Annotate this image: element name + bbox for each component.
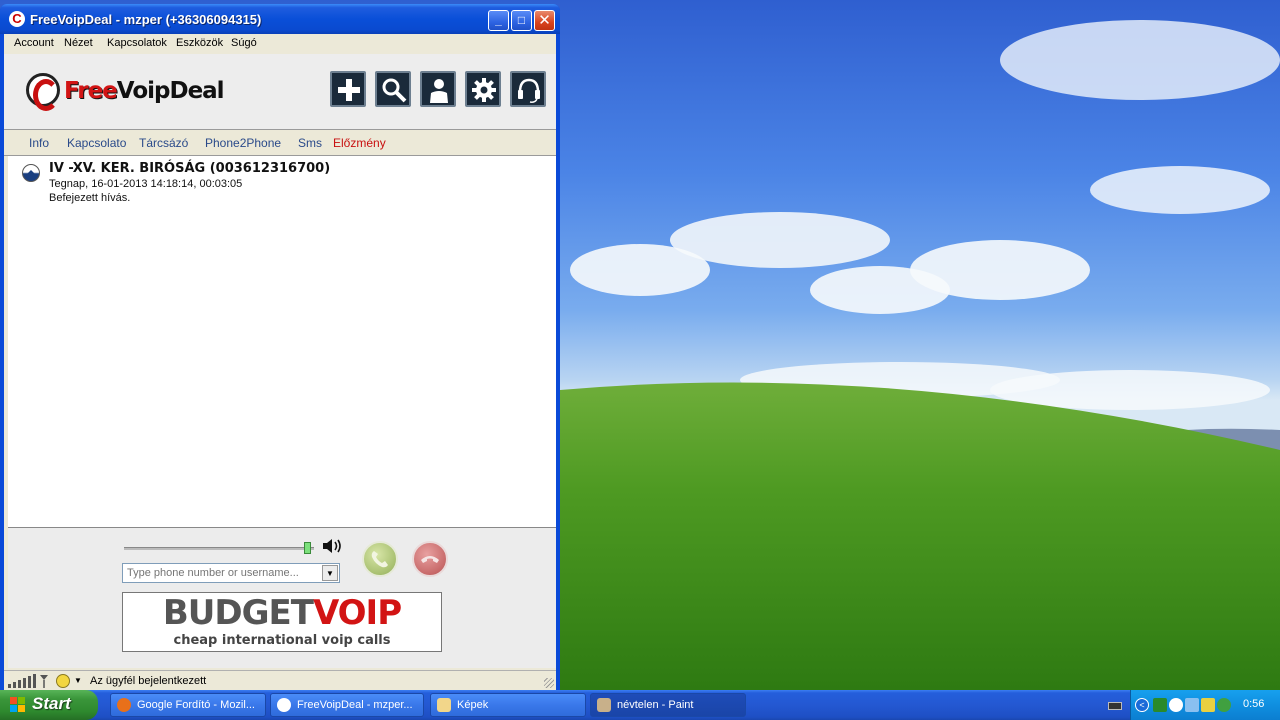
taskbar-item-kepek[interactable]: Képek (430, 693, 586, 717)
tab-info[interactable]: Info (29, 136, 49, 150)
ad-subtitle: cheap international voip calls (173, 633, 391, 648)
firefox-icon (117, 698, 131, 712)
gear-icon (472, 78, 496, 102)
status-bar: ▼ Az ügyfél bejelentkezett (4, 670, 556, 690)
search-icon (382, 78, 407, 103)
contact-button[interactable] (420, 71, 456, 107)
start-label: Start (32, 694, 71, 713)
history-call-status: Befejezett hívás. (49, 192, 131, 204)
brand-free-text: Free (64, 78, 118, 104)
windows-logo-icon (10, 697, 25, 712)
tray-freevoipdeal-icon[interactable] (1169, 698, 1183, 712)
history-call-time: Tegnap, 16-01-2013 14:18:14, 00:03:05 (49, 178, 243, 190)
tray-network-icon[interactable] (1153, 698, 1167, 712)
menu-account[interactable]: Account (14, 37, 54, 49)
taskbar-item-label: FreeVoipDeal - mzper... (297, 699, 413, 711)
signal-strength-icon (8, 674, 48, 688)
taskbar-item-label: névtelen - Paint (617, 699, 694, 711)
maximize-button[interactable]: □ (511, 10, 532, 31)
brand-voipdeal-text: VoipDeal (116, 78, 225, 104)
freevoipdeal-window[interactable]: C FreeVoipDeal - mzper (+36306094315) _ … (0, 4, 560, 690)
budgetvoip-ad-banner[interactable]: BUDGETVOIP cheap international voip call… (122, 592, 442, 652)
brand-logo-text: FreeVoipDeal (64, 78, 225, 104)
paint-icon (597, 698, 611, 712)
taskbar-item-freevoipdeal[interactable]: FreeVoipDeal - mzper... (270, 693, 424, 717)
taskbar-item-label: Képek (457, 699, 489, 711)
system-tray: < 0:56 (1130, 690, 1280, 720)
add-icon (338, 79, 360, 101)
menu-sugo[interactable]: Súgó (231, 37, 257, 49)
search-button[interactable] (375, 71, 411, 107)
window-titlebar[interactable]: C FreeVoipDeal - mzper (+36306094315) _ … (0, 4, 560, 34)
menu-eszkozok[interactable]: Eszközök (176, 37, 223, 49)
hangup-icon (421, 556, 439, 563)
taskbar: Start Google Fordító - Mozil... FreeVoip… (0, 690, 1280, 720)
window-title: FreeVoipDeal - mzper (+36306094315) (30, 12, 262, 27)
phone-dropdown-button[interactable]: ▼ (322, 565, 338, 581)
taskbar-item-label: Google Fordító - Mozil... (137, 699, 255, 711)
login-status-text: Az ügyfél bejelentkezett (90, 675, 207, 687)
presence-dropdown-icon[interactable]: ▼ (74, 676, 82, 685)
call-history-list[interactable]: IV -XV. KER. BIRÓSÁG (003612316700) Tegn… (8, 156, 556, 528)
contact-icon (430, 79, 448, 103)
tab-elozmeny[interactable]: Előzmény (333, 136, 386, 150)
volume-slider-track[interactable] (124, 547, 314, 550)
tab-tarcsazo[interactable]: Tárcsázó (139, 136, 188, 150)
tab-sms[interactable]: Sms (298, 136, 322, 150)
folder-icon (437, 698, 451, 712)
support-button[interactable] (510, 71, 546, 107)
call-status-icon (22, 164, 40, 182)
menu-bar: Account Nézet Kapcsolatok Eszközök Súgó (4, 34, 556, 54)
presence-smiley-icon[interactable] (56, 674, 70, 688)
ad-voip-text: VOIP (312, 593, 402, 633)
resize-grip[interactable] (544, 678, 554, 688)
tray-expand-button[interactable]: < (1135, 698, 1149, 712)
dialer-panel: ▼ BUDGETVOIP cheap international voip ca… (8, 528, 556, 668)
brand-toolbar: FreeVoipDeal (4, 54, 556, 130)
tray-info-icon[interactable] (1217, 698, 1231, 712)
tab-kapcsolatok[interactable]: Kapcsolato (67, 136, 126, 150)
phone-number-input[interactable] (122, 563, 340, 583)
menu-kapcsolatok[interactable]: Kapcsolatok (107, 37, 167, 49)
call-button[interactable] (362, 541, 398, 577)
tray-monitor-icon[interactable] (1185, 698, 1199, 712)
ad-budget-text: BUDGET (162, 593, 314, 633)
add-button[interactable] (330, 71, 366, 107)
tab-bar: Info Kapcsolato Tárcsázó Phone2Phone Sms… (4, 130, 556, 156)
volume-slider-thumb[interactable] (304, 542, 312, 554)
menu-nezet[interactable]: Nézet (64, 37, 93, 49)
app-logo-icon: C (9, 11, 25, 27)
taskbar-item-paint[interactable]: névtelen - Paint (590, 693, 746, 717)
close-button[interactable]: ✕ (534, 10, 555, 31)
taskbar-item-firefox[interactable]: Google Fordító - Mozil... (110, 693, 266, 717)
minimize-button[interactable]: _ (488, 10, 509, 31)
tray-warning-icon[interactable] (1201, 698, 1215, 712)
settings-button[interactable] (465, 71, 501, 107)
hangup-button[interactable] (412, 541, 448, 577)
brand-logo-icon (26, 73, 60, 111)
keyboard-icon[interactable] (1108, 702, 1122, 710)
window-client-area: Account Nézet Kapcsolatok Eszközök Súgó … (4, 34, 556, 690)
freevoipdeal-icon (277, 698, 291, 712)
tab-phone2phone[interactable]: Phone2Phone (205, 136, 281, 150)
history-contact-name: IV -XV. KER. BIRÓSÁG (003612316700) (49, 161, 331, 176)
headset-icon (518, 78, 540, 103)
start-button[interactable]: Start (0, 690, 98, 720)
taskbar-clock: 0:56 (1243, 698, 1265, 710)
speaker-icon[interactable] (322, 538, 344, 554)
phone-icon (371, 551, 388, 568)
ad-title: BUDGETVOIP (123, 595, 441, 631)
